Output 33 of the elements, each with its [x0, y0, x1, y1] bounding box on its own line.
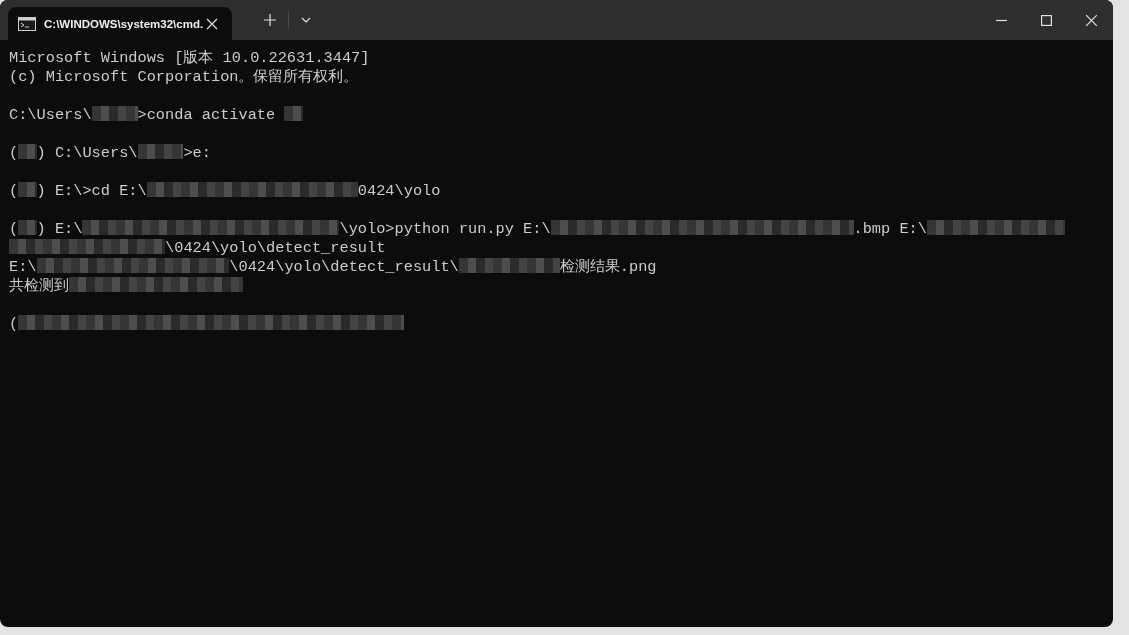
- console-text: ) E:\: [36, 220, 83, 238]
- close-icon[interactable]: [1086, 14, 1097, 26]
- console-text: (: [9, 144, 19, 162]
- pixelated-blur: [18, 144, 37, 159]
- pixelated-blur: [18, 220, 37, 235]
- pixelated-blur: [18, 182, 37, 197]
- terminal-icon: [18, 16, 36, 31]
- console-text: (: [9, 315, 19, 333]
- console-text: 0424\yolo: [357, 182, 441, 200]
- console-text: .bmp E:\: [853, 220, 927, 238]
- console-text: \yolo>python run.py E:\: [339, 220, 551, 238]
- console-text: >conda activate: [137, 106, 277, 124]
- console-text: Microsoft Windows [版本 10.0.22631.3447]: [9, 49, 370, 67]
- console-text: E:\: [9, 258, 37, 276]
- console-text: 共检测到: [9, 277, 69, 295]
- pixelated-blur: [284, 106, 303, 121]
- chevron-down-icon[interactable]: [301, 17, 311, 23]
- console-text: C:\Users\: [9, 106, 92, 124]
- console-text: (c) Microsoft Corporation。保留所有权利。: [9, 68, 359, 86]
- console-text: ) E:\>cd E:\: [36, 182, 147, 200]
- console-text: 检测结果.png: [559, 258, 657, 276]
- maximize-icon[interactable]: [1041, 14, 1052, 26]
- console-text: (: [9, 182, 19, 200]
- pixelated-blur: [137, 144, 184, 159]
- console-text: (: [9, 220, 19, 238]
- console-text: \0424\yolo\detect_result\: [229, 258, 459, 276]
- console-text: \0424\yolo\detect_result: [165, 239, 386, 257]
- terminal-tab[interactable]: C:\WINDOWS\system32\cmd.: [8, 7, 232, 40]
- plus-icon[interactable]: [264, 14, 276, 26]
- pixelated-blur: [91, 106, 138, 121]
- console-text: >e:: [183, 144, 211, 162]
- close-icon[interactable]: [206, 17, 218, 30]
- console-text: ) C:\Users\: [36, 144, 138, 162]
